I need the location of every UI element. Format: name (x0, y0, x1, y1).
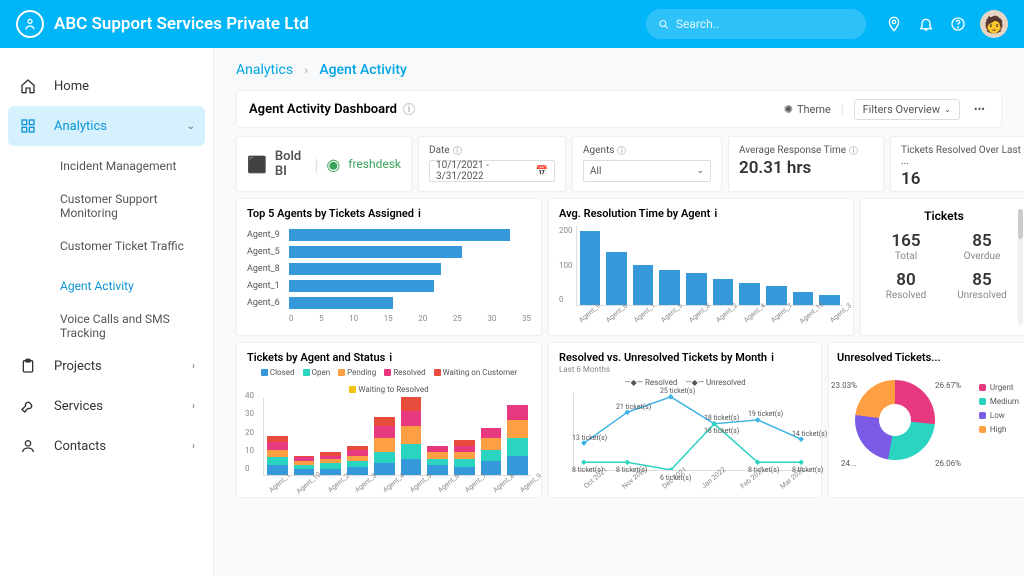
dashboard-title: Agent Activity Dashboard (249, 102, 397, 117)
chevron-right-icon: › (192, 401, 195, 412)
company-title: ABC Support Services Private Ltd (54, 14, 309, 34)
kpi-avg-response: Average Response Timei 20.31 hrs (728, 136, 884, 192)
chevron-down-icon: ⌄ (696, 166, 704, 176)
dashboard-header: Agent Activity Dashboard i ✺ Theme | Fil… (236, 90, 1002, 128)
nav-label: Services (54, 399, 103, 414)
sub-agent-activity[interactable]: Agent Activity (0, 266, 213, 306)
user-icon (18, 438, 38, 454)
home-icon (18, 78, 38, 94)
nav-projects[interactable]: Projects › (0, 346, 213, 386)
sub-voice-calls[interactable]: Voice Calls and SMS Tracking (0, 306, 213, 346)
search-input[interactable] (676, 17, 854, 31)
company-logo-icon (16, 10, 44, 38)
chevron-right-icon: › (192, 441, 195, 452)
agents-filter-card: Agentsi All⌄ (572, 136, 722, 192)
sidebar: Home Analytics ⌄ Incident Management Cus… (0, 48, 214, 576)
global-search[interactable] (646, 9, 866, 39)
location-icon[interactable] (878, 8, 910, 40)
more-menu-icon[interactable]: ••• (970, 103, 989, 116)
grid-icon (18, 118, 38, 134)
scrollbar-thumb[interactable] (1018, 209, 1023, 239)
tickets-title: Tickets (871, 209, 1017, 223)
search-icon (658, 18, 670, 31)
kpi-value: 20.31 hrs (739, 158, 873, 178)
bell-icon[interactable] (910, 8, 942, 40)
info-icon[interactable]: i (403, 103, 415, 115)
crumb-current: Agent Activity (319, 62, 407, 78)
agents-select[interactable]: All⌄ (583, 160, 711, 182)
chevron-down-icon: ⌄ (187, 121, 195, 132)
chart-top5-agents: Top 5 Agents by Tickets Assignedi Agent_… (236, 198, 542, 336)
nav-contacts[interactable]: Contacts › (0, 426, 213, 466)
info-icon[interactable]: i (418, 207, 421, 220)
date-filter-card: Datei 10/1/2021 - 3/31/2022📅 (418, 136, 566, 192)
app-header: ABC Support Services Private Ltd 🧑 (0, 0, 1024, 48)
info-icon[interactable]: i (389, 351, 392, 364)
nav-analytics[interactable]: Analytics ⌄ (8, 106, 205, 146)
wrench-icon (18, 398, 38, 414)
nav-label: Projects (54, 359, 102, 374)
info-icon[interactable]: i (617, 146, 626, 155)
info-icon[interactable]: i (849, 146, 858, 155)
tickets-summary-card: Tickets 165Total 85Overdue 80Resolved 85… (860, 198, 1024, 336)
filters-overview-button[interactable]: Filters Overview ⌄ (854, 99, 960, 120)
info-icon[interactable]: i (714, 207, 717, 220)
brand-card: ⬛Bold BI | ◉freshdesk (236, 136, 412, 192)
nav-label: Contacts (54, 439, 106, 454)
donut-chart (855, 380, 935, 460)
sub-support-monitoring[interactable]: Customer Support Monitoring (0, 186, 213, 226)
main-content: Analytics › Agent Activity Agent Activit… (214, 48, 1024, 576)
kpi-value: 16 (901, 169, 1024, 189)
nav-label: Analytics (54, 119, 107, 134)
info-icon[interactable]: i (453, 146, 462, 155)
calendar-icon: 📅 (536, 166, 548, 177)
chart-avg-resolution: Avg. Resolution Time by Agenti 2001000 A… (548, 198, 854, 336)
info-icon[interactable]: i (771, 351, 774, 364)
crumb-analytics[interactable]: Analytics (236, 62, 293, 78)
kpi-resolved: Tickets Resolved Over Last ...i 16 (890, 136, 1024, 192)
chart-by-status: Tickets by Agent and Statusi ClosedOpenP… (236, 342, 542, 498)
nav-services[interactable]: Services › (0, 386, 213, 426)
nav-label: Home (54, 79, 89, 94)
breadcrumb: Analytics › Agent Activity (236, 62, 1002, 78)
avatar[interactable]: 🧑 (980, 10, 1008, 38)
sub-incident[interactable]: Incident Management (0, 146, 213, 186)
clipboard-icon (18, 358, 38, 374)
theme-toggle[interactable]: ✺ Theme (784, 103, 831, 116)
chevron-right-icon: › (192, 361, 195, 372)
nav-home[interactable]: Home (0, 66, 213, 106)
sub-ticket-traffic[interactable]: Customer Ticket Traffic (0, 226, 213, 266)
chevron-down-icon: ⌄ (944, 105, 951, 114)
chart-unresolved-pie: Unresolved Tickets... UrgentMediumLowHig… (828, 342, 1024, 498)
chevron-right-icon: › (305, 64, 308, 77)
date-range-input[interactable]: 10/1/2021 - 3/31/2022📅 (429, 160, 555, 182)
chart-resolved-unresolved: Resolved vs. Unresolved Tickets by Month… (548, 342, 822, 498)
help-icon[interactable] (942, 8, 974, 40)
